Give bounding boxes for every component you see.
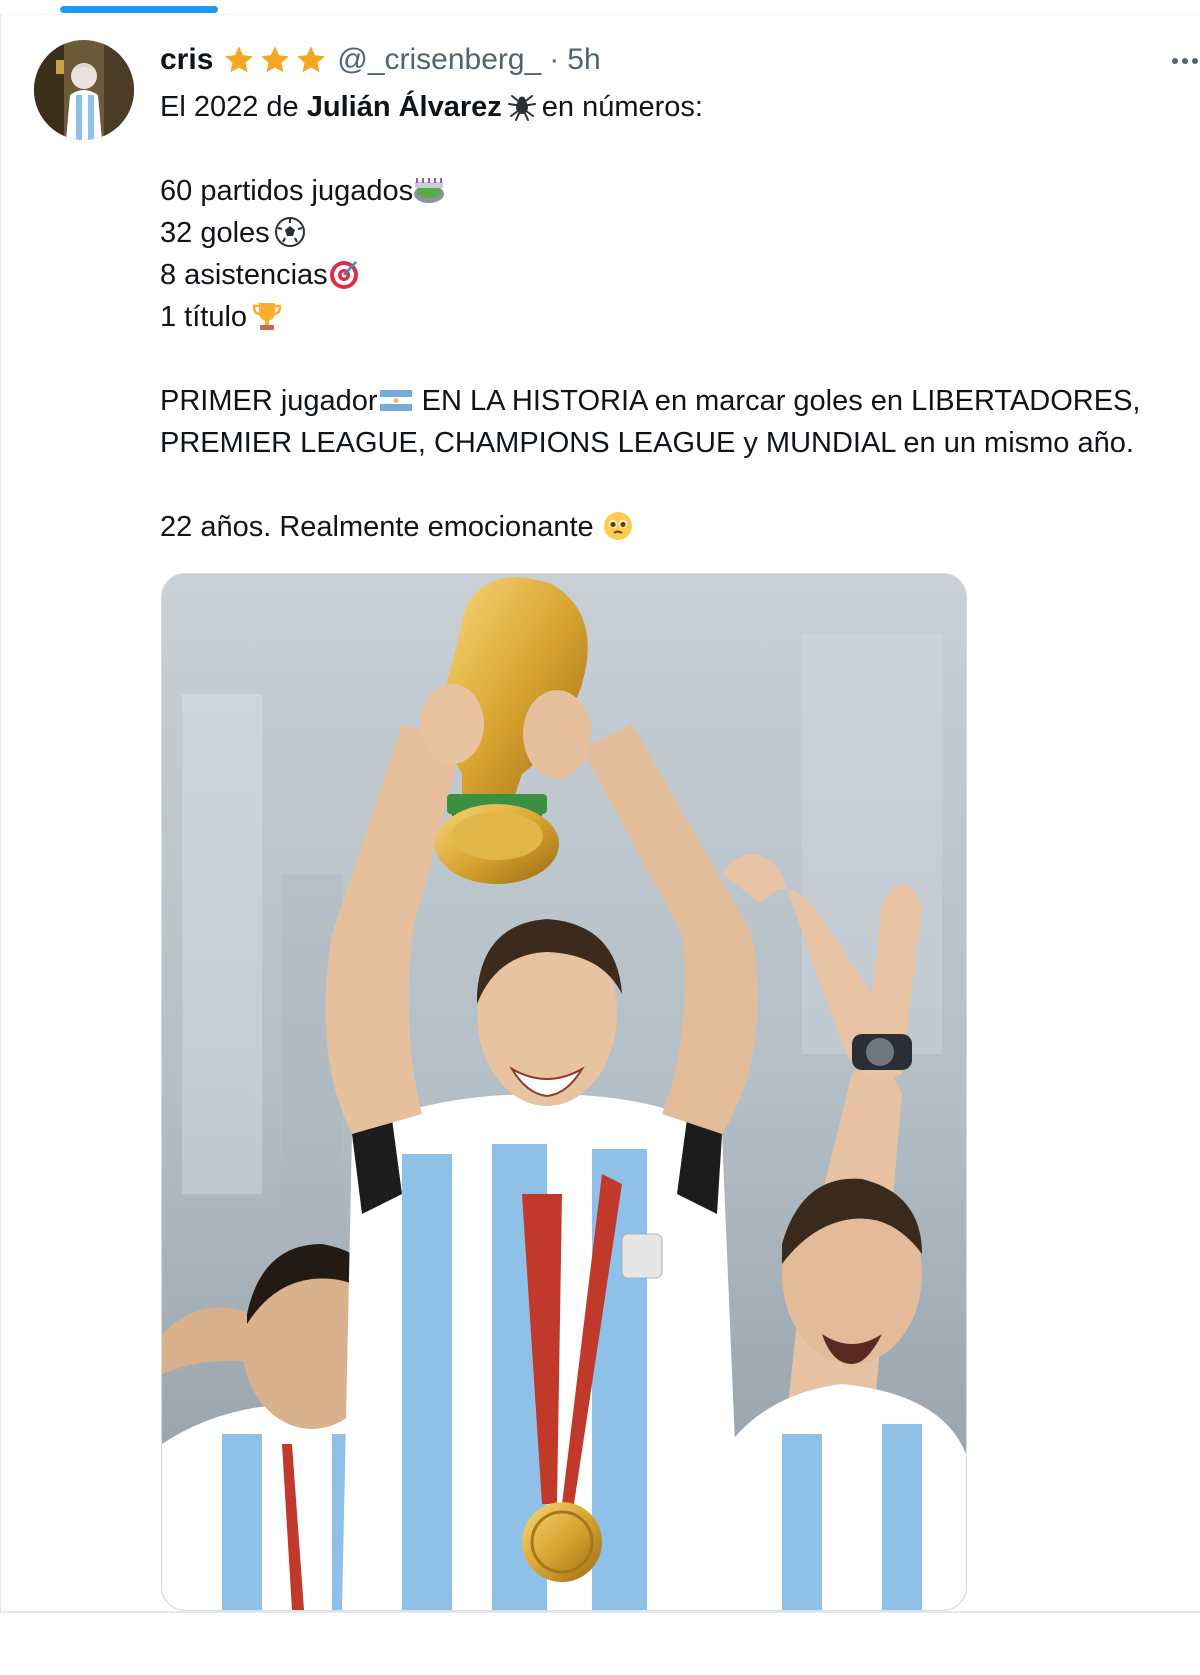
stat-assists: 8 asistencias (160, 254, 1190, 296)
highlight-line-2: PREMIER LEAGUE, CHAMPIONS LEAGUE y MUNDI… (160, 427, 1134, 459)
target-emoji (329, 261, 358, 289)
star-icon (225, 46, 254, 73)
bottom-divider (0, 1611, 1200, 1613)
trophy-emoji (252, 303, 282, 330)
more-horizontal-icon (1172, 58, 1198, 64)
text-intro-prefix: El 2022 de (160, 91, 307, 123)
stat-matches: 60 partidos jugados (160, 170, 1190, 212)
tweet-timestamp[interactable]: 5h (567, 43, 600, 77)
argentina-flag-emoji (379, 390, 412, 411)
stat-assists-text: 8 asistencias (160, 259, 328, 291)
player-name: Julián Álvarez (306, 91, 502, 123)
tweet-photo[interactable] (161, 573, 967, 1611)
text-intro-suffix: en números: (541, 91, 703, 123)
soccer-ball-emoji (274, 217, 305, 247)
closing-text: 22 años. Realmente emocionante (160, 511, 594, 543)
top-divider (0, 14, 1200, 15)
timeline-left-border (0, 14, 1, 1614)
star-icon (261, 46, 290, 73)
stat-goals-text: 32 goles (160, 217, 270, 249)
avatar[interactable] (34, 40, 134, 140)
stat-goals: 32 goles (160, 212, 1190, 254)
author-badges (223, 44, 327, 76)
highlight-text-b: EN LA HISTORIA en marcar goles en LIBERT… (413, 385, 1141, 417)
author-name[interactable]: cris (160, 43, 213, 77)
text-line-intro: El 2022 de Julián Álvarez en números: (160, 86, 1190, 128)
highlight-line-1: PRIMER jugador EN LA HISTORIA en marcar … (160, 380, 1190, 422)
tweet-header: cris @_crisenberg_ · 5h (160, 40, 601, 80)
stat-titles-text: 1 título (160, 301, 248, 333)
active-tab-indicator (60, 6, 218, 13)
stadium-emoji (414, 178, 445, 203)
tweet-text: El 2022 de Julián Álvarez en números: 60… (160, 86, 1190, 548)
separator-dot: · (549, 43, 560, 76)
teary-face-emoji (603, 512, 632, 540)
author-handle[interactable]: @_crisenberg_ (337, 43, 541, 77)
spider-emoji (507, 95, 536, 121)
star-icon (297, 46, 326, 73)
closing-line: 22 años. Realmente emocionante (160, 506, 1190, 548)
stat-matches-text: 60 partidos jugados (160, 175, 414, 207)
highlight-text-a: PRIMER jugador (160, 385, 378, 417)
more-options-button[interactable] (1168, 44, 1200, 78)
stat-titles: 1 título (160, 296, 1190, 338)
